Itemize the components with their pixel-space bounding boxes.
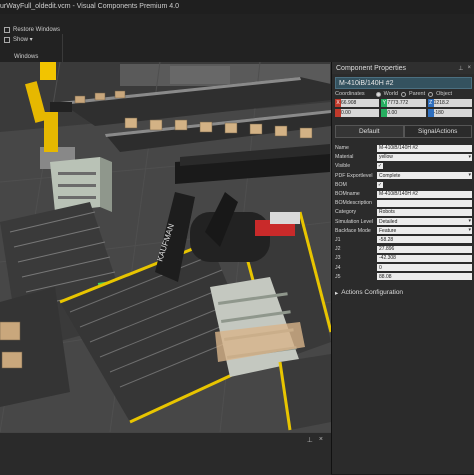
property-label: Category: [335, 209, 357, 216]
properties-list: NameM-410iB/140H #2MaterialyellowVisible…: [335, 144, 472, 281]
radio-world[interactable]: [375, 91, 381, 97]
property-input[interactable]: -42.308: [377, 254, 472, 262]
show-icon: [4, 36, 10, 43]
coord-rz-value: -180: [433, 110, 444, 116]
property-tabs: Default SignalActions: [335, 125, 472, 138]
factory-scene: KAUFMAN: [0, 62, 331, 432]
component-properties-panel: Component Properties ⊥ × M-410iB/140H #2…: [331, 62, 474, 474]
property-row: Simulation Level Detailed: [335, 218, 472, 226]
property-row: Material yellow: [335, 153, 472, 161]
property-dropdown[interactable]: Complete: [377, 172, 472, 180]
property-row: J1 -58.28: [335, 236, 472, 244]
coordinate-fields: X 66.908 Y 7773.772 Z 1218.2 0.00 0.00 -180: [335, 99, 472, 117]
bottom-dock-panel: ⊥ ×: [0, 432, 331, 475]
property-label: J3: [335, 255, 341, 262]
property-row: J5 88.08: [335, 273, 472, 281]
coord-ry-field[interactable]: 0.00: [381, 109, 426, 117]
component-name-field[interactable]: M-410iB/140H #2: [335, 77, 472, 89]
property-input[interactable]: -58.28: [377, 236, 472, 244]
coord-rx-value: 0.00: [341, 110, 351, 116]
coord-rx-field[interactable]: 0.00: [335, 109, 380, 117]
property-label: J4: [335, 264, 341, 271]
radio-object-label: Object: [436, 91, 453, 97]
chevron-right-icon: ▸: [335, 289, 339, 297]
coord-x-value: 66.908: [341, 100, 357, 106]
property-label: Visible: [335, 163, 351, 170]
property-input[interactable]: 88.08: [377, 273, 472, 281]
tab-signalactions[interactable]: SignalActions: [403, 125, 472, 138]
ribbon-group-label: Windows: [14, 54, 39, 60]
property-row: Category Robots: [335, 208, 472, 216]
property-dropdown[interactable]: Detailed: [377, 218, 472, 226]
coord-z-field[interactable]: Z 1218.2: [427, 99, 472, 107]
property-row: Visible ✓: [335, 162, 472, 170]
property-input[interactable]: [377, 199, 472, 207]
restore-windows-label: Restore Windows: [13, 26, 61, 33]
property-row: J4 0: [335, 263, 472, 272]
property-dropdown[interactable]: yellow: [377, 153, 472, 161]
property-input[interactable]: 0: [377, 264, 472, 272]
property-label: J2: [335, 246, 341, 253]
property-input[interactable]: 27.896: [377, 245, 472, 253]
property-row: BOMdescription: [335, 199, 472, 207]
property-label: Simulation Level: [335, 218, 374, 225]
show-label: Show ▾: [13, 37, 33, 43]
property-label: J1: [335, 236, 341, 243]
restore-windows-button[interactable]: Restore Windows: [4, 25, 60, 34]
property-row: BOM ✓: [335, 181, 472, 189]
radio-world-label: World: [383, 91, 398, 97]
coord-x-field[interactable]: X 66.908: [335, 99, 380, 107]
ribbon: Restore Windows Show ▾ Windows: [0, 14, 474, 63]
property-label: Name: [335, 145, 349, 152]
coordinates-label: Coordinates: [335, 91, 365, 97]
3d-viewport[interactable]: KAUFMAN: [0, 62, 331, 432]
close-icon[interactable]: ×: [467, 65, 471, 72]
property-input[interactable]: M-410iB/140H #2: [377, 190, 472, 198]
radio-parent-label: Parent: [408, 91, 426, 97]
restore-windows-icon: [4, 26, 10, 33]
close-icon[interactable]: ×: [319, 436, 323, 444]
coord-y-value: 7773.772: [387, 100, 409, 106]
coord-y-field[interactable]: Y 7773.772: [381, 99, 426, 107]
radio-object[interactable]: [428, 91, 434, 97]
property-label: J5: [335, 273, 341, 280]
property-row: J2 27.896: [335, 245, 472, 253]
property-label: Backface Mode: [335, 227, 371, 234]
property-row: J3 -42.308: [335, 254, 472, 262]
panel-title: Component Properties: [336, 64, 407, 72]
property-label: Material: [335, 154, 354, 161]
panel-header: Component Properties ⊥ ×: [332, 62, 474, 74]
property-checkbox[interactable]: ✓: [377, 181, 383, 188]
coordinates-row: Coordinates World Parent Object: [335, 91, 472, 97]
property-label: BOMdescription: [335, 200, 372, 207]
property-label: PDF Exportlevel: [335, 172, 373, 179]
actions-configuration-label: Actions Configuration: [341, 289, 404, 297]
property-dropdown[interactable]: Feature: [377, 227, 472, 235]
property-input[interactable]: Robots: [377, 208, 472, 216]
tab-default[interactable]: Default: [335, 125, 404, 138]
property-row: Backface Mode Feature: [335, 227, 472, 235]
title-bar: urWayFull_oldedit.vcm - Visual Component…: [0, 0, 474, 15]
coord-rz-field[interactable]: -180: [427, 109, 472, 117]
ribbon-separator: [62, 34, 63, 62]
actions-configuration-expander[interactable]: ▸ Actions Configuration: [335, 289, 472, 297]
property-row: BOMname M-410iB/140H #2: [335, 190, 472, 198]
pin-icon[interactable]: ⊥: [458, 65, 463, 72]
coord-z-value: 1218.2: [433, 100, 449, 106]
pin-icon[interactable]: ⊥: [307, 436, 313, 444]
property-input[interactable]: M-410iB/140H #2: [377, 144, 472, 152]
property-label: BOM: [335, 181, 347, 188]
window-title: urWayFull_oldedit.vcm - Visual Component…: [0, 3, 179, 10]
radio-parent[interactable]: [400, 91, 406, 97]
show-button[interactable]: Show ▾: [4, 35, 33, 44]
property-row: PDF Exportlevel Complete: [335, 172, 472, 180]
property-row: Name M-410iB/140H #2: [335, 144, 472, 152]
property-checkbox[interactable]: ✓: [377, 163, 383, 170]
coord-ry-value: 0.00: [387, 110, 398, 116]
property-label: BOMname: [335, 191, 360, 198]
